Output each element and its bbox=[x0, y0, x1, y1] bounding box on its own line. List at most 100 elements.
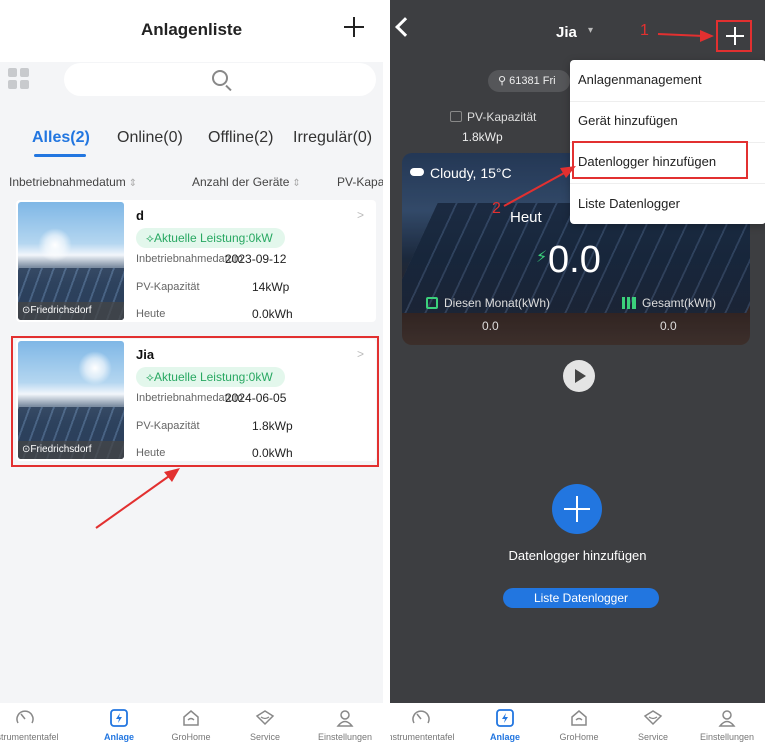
plant-title[interactable]: Jia bbox=[556, 24, 577, 41]
bolt-box-icon bbox=[426, 297, 438, 309]
add-datalogger-button[interactable] bbox=[552, 484, 602, 534]
bar-chart-icon bbox=[622, 297, 636, 309]
nav-grohome[interactable]: GroHome bbox=[152, 707, 230, 742]
month-value: 0.0 bbox=[482, 319, 499, 333]
cloud-icon bbox=[410, 168, 424, 176]
annotation-arrow bbox=[95, 468, 180, 529]
capacity-label: PV-Kapazität bbox=[136, 281, 200, 293]
plant-icon bbox=[110, 709, 128, 727]
pv-capacity-icon bbox=[450, 111, 462, 122]
nav-settings[interactable]: Einstellungen bbox=[306, 707, 383, 742]
tab-all[interactable]: Alles(2) bbox=[32, 129, 90, 147]
total-label: Gesamt(kWh) bbox=[622, 296, 716, 310]
tab-online[interactable]: Online(0) bbox=[117, 129, 183, 147]
grid-view-icon[interactable] bbox=[8, 68, 30, 90]
capacity-value: 14kWp bbox=[252, 280, 290, 294]
bottom-nav: nstrumententafel Anlage GroHome Service … bbox=[0, 703, 383, 749]
home-icon bbox=[571, 710, 587, 726]
plant-name: d bbox=[136, 208, 144, 223]
tab-irregular[interactable]: Irregulär(0) bbox=[293, 129, 372, 147]
datalogger-list-button[interactable]: Liste Datenlogger bbox=[503, 588, 659, 608]
menu-datalogger-list[interactable]: Liste Datenlogger bbox=[578, 196, 680, 211]
dashboard-icon bbox=[16, 710, 34, 724]
nav-label: GroHome bbox=[171, 732, 211, 742]
plant-photo: ⊙Friedrichsdorf bbox=[18, 202, 124, 320]
highlight-box bbox=[572, 141, 748, 179]
bottom-nav: nstrumententafel Anlage GroHome Service … bbox=[390, 703, 765, 749]
nav-label: Einstellungen bbox=[699, 732, 755, 742]
address-text: 61381 Fri bbox=[509, 75, 556, 87]
bolt-icon: ⚡ bbox=[536, 249, 548, 266]
power-icon: ⟡ bbox=[146, 231, 154, 245]
back-icon[interactable] bbox=[395, 17, 415, 37]
add-datalogger-text: Datenlogger hinzufügen bbox=[508, 548, 647, 563]
today-label: Heute bbox=[136, 308, 166, 320]
annotation-arrow bbox=[503, 166, 576, 207]
nav-label: Anlage bbox=[489, 732, 520, 742]
search-input[interactable] bbox=[64, 63, 376, 96]
home-icon bbox=[183, 710, 199, 726]
menu-add-device[interactable]: Gerät hinzufügen bbox=[578, 113, 678, 128]
nav-label: GroHome bbox=[559, 732, 599, 742]
nav-label: Service bbox=[637, 732, 668, 742]
current-power-value: 0.0 bbox=[548, 239, 601, 281]
service-icon bbox=[643, 710, 663, 726]
nav-grohome[interactable]: GroHome bbox=[540, 707, 618, 742]
nav-settings[interactable]: Einstellungen bbox=[688, 707, 765, 742]
status-tabs: Alles(2) Online(0) Offline(2) Irregulär(… bbox=[0, 124, 383, 164]
chevron-down-icon[interactable]: ▾ bbox=[588, 25, 593, 36]
add-plant-icon[interactable] bbox=[341, 14, 367, 40]
month-label: Diesen Monat(kWh) bbox=[426, 296, 550, 310]
header: Anlagenliste bbox=[0, 0, 383, 62]
sort-label: PV-Kapa bbox=[337, 175, 383, 189]
capacity-value: 1.8kWp bbox=[462, 130, 503, 144]
add-menu: Anlagenmanagement Gerät hinzufügen Daten… bbox=[570, 60, 765, 224]
nav-label: nstrumententafel bbox=[390, 732, 455, 742]
location-pin-icon: ⚲ bbox=[498, 75, 510, 87]
user-icon bbox=[718, 710, 736, 727]
nav-service[interactable]: Service bbox=[614, 707, 692, 742]
sort-commissioning-date[interactable]: Inbetriebnahmedatum ⇕ bbox=[9, 175, 137, 189]
nav-plant[interactable]: Anlage bbox=[80, 707, 158, 742]
header: Jia ▾ 1 bbox=[390, 0, 765, 58]
menu-plant-management[interactable]: Anlagenmanagement bbox=[578, 72, 702, 87]
service-icon bbox=[255, 710, 275, 726]
power-badge: ⟡Aktuelle Leistung:0kW bbox=[136, 228, 285, 248]
tab-underline bbox=[34, 154, 86, 157]
page-title: Anlagenliste bbox=[140, 20, 243, 39]
plant-location: ⊙Friedrichsdorf bbox=[18, 302, 124, 320]
nav-service[interactable]: Service bbox=[226, 707, 304, 742]
power-text: Aktuelle Leistung:0kW bbox=[153, 231, 273, 245]
sort-label: Inbetriebnahmedatum bbox=[9, 175, 126, 189]
plant-location-text: Friedrichsdorf bbox=[30, 305, 92, 316]
annotation-arrow bbox=[657, 30, 714, 42]
nav-label: Einstellungen bbox=[317, 732, 373, 742]
nav-dashboard[interactable]: nstrumententafel bbox=[390, 707, 460, 742]
nav-label: Service bbox=[249, 732, 280, 742]
sort-label: Anzahl der Geräte bbox=[192, 175, 290, 189]
weather: Cloudy, 15°C bbox=[410, 165, 512, 181]
step-label-1: 1 bbox=[640, 22, 649, 39]
search-icon bbox=[212, 70, 228, 86]
add-icon[interactable] bbox=[726, 27, 744, 45]
tab-offline[interactable]: Offline(2) bbox=[208, 129, 274, 147]
sort-arrows-icon: ⇕ bbox=[292, 178, 301, 189]
today-value: 0.0kWh bbox=[252, 307, 293, 321]
play-icon[interactable] bbox=[563, 360, 595, 392]
sort-row: Inbetriebnahmedatum ⇕ Anzahl der Geräte ⇕ … bbox=[0, 175, 383, 197]
month-label-text: Diesen Monat(kWh) bbox=[444, 296, 551, 310]
plant-list-screen: Anlagenliste Alles(2) Online(0) Offline(… bbox=[0, 0, 383, 749]
sort-device-count[interactable]: Anzahl der Geräte ⇕ bbox=[192, 175, 301, 189]
plant-card-d[interactable]: ⊙Friedrichsdorf d > ⟡Aktuelle Leistung:0… bbox=[16, 200, 376, 322]
nav-dashboard[interactable]: nstrumententafel bbox=[0, 707, 64, 742]
plant-icon bbox=[496, 709, 514, 727]
user-icon bbox=[336, 710, 354, 727]
address-pill: ⚲ 61381 Fri bbox=[488, 70, 570, 92]
plant-detail-screen: Jia ▾ 1 ⚲ 61381 Fri PV-Kapazität 1.8kWp … bbox=[390, 0, 765, 749]
total-value: 0.0 bbox=[660, 319, 677, 333]
sort-pv-capacity[interactable]: PV-Kapa bbox=[337, 175, 383, 189]
nav-plant[interactable]: Anlage bbox=[466, 707, 544, 742]
dashboard-icon bbox=[412, 710, 430, 724]
total-label-text: Gesamt(kWh) bbox=[642, 296, 717, 310]
sort-arrows-icon: ⇕ bbox=[128, 178, 138, 189]
